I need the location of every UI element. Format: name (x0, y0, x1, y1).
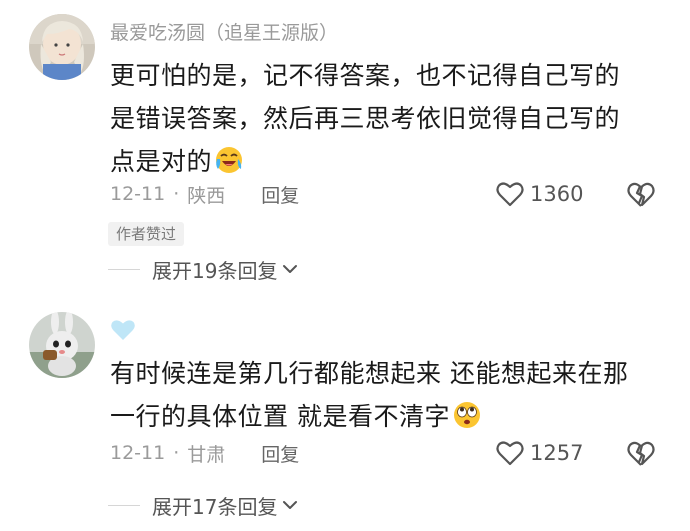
comment-text: 更可怕的是，记不得答案，也不记得自己写的 是错误答案，然后再三思考依旧觉得自己写… (110, 54, 670, 183)
comment-line: 点是对的 (110, 147, 213, 176)
reply-button[interactable]: 回复 (261, 181, 299, 208)
expand-replies-button[interactable]: 展开17条回复 (108, 490, 299, 520)
comment-text: 有时候连是第几行都能想起来 还能想起来在那 一行的具体位置 就是看不清字 (110, 352, 670, 438)
like-button[interactable]: 1257 (496, 438, 583, 468)
comment-line: 一行的具体位置 就是看不清字 (110, 402, 450, 431)
comment-meta: 12-11 · 甘肃 回复 (110, 438, 299, 468)
comment-location: 陕西 (187, 184, 226, 207)
divider (108, 268, 140, 270)
meta-separator: · (173, 442, 180, 464)
like-button[interactable]: 1360 (496, 179, 583, 209)
heart-outline-icon (496, 182, 524, 207)
avatar[interactable] (29, 14, 95, 80)
expand-replies-label: 展开17条回复 (152, 494, 278, 519)
comment-line: 有时候连是第几行都能想起来 还能想起来在那 (110, 359, 629, 388)
dislike-button[interactable] (626, 438, 656, 468)
comment-line: 是错误答案，然后再三思考依旧觉得自己写的 (110, 104, 621, 133)
comment-date: 12-11 (110, 442, 166, 464)
rolling-eyes-emoji-icon (452, 400, 482, 430)
comment-meta: 12-11 · 陕西 回复 (110, 179, 299, 209)
heart-outline-icon (496, 441, 524, 466)
comment-date: 12-11 (110, 183, 166, 205)
like-count: 1257 (530, 441, 584, 465)
comment-last-line: 点是对的 (110, 140, 670, 183)
expand-replies-button[interactable]: 展开19条回复 (108, 254, 299, 284)
comment-username[interactable]: 最爱吃汤圆（追星王源版） (110, 18, 338, 45)
reply-button[interactable]: 回复 (261, 440, 299, 467)
chevron-down-icon (283, 265, 298, 273)
like-count: 1360 (530, 182, 584, 206)
laughing-crying-emoji-icon (214, 145, 244, 175)
meta-separator: · (173, 183, 180, 205)
avatar[interactable] (29, 312, 95, 378)
broken-heart-icon (627, 441, 655, 466)
divider (108, 504, 140, 506)
comment-location: 甘肃 (187, 443, 226, 466)
comment-last-line: 一行的具体位置 就是看不清字 (110, 395, 670, 438)
broken-heart-icon (627, 182, 655, 207)
author-liked-tag: 作者赞过 (108, 222, 185, 246)
expand-replies-label: 展开19条回复 (152, 258, 278, 283)
chevron-down-icon (283, 501, 298, 509)
light-blue-heart-icon (110, 318, 136, 342)
comment-line: 更可怕的是，记不得答案，也不记得自己写的 (110, 61, 621, 90)
dislike-button[interactable] (626, 179, 656, 209)
